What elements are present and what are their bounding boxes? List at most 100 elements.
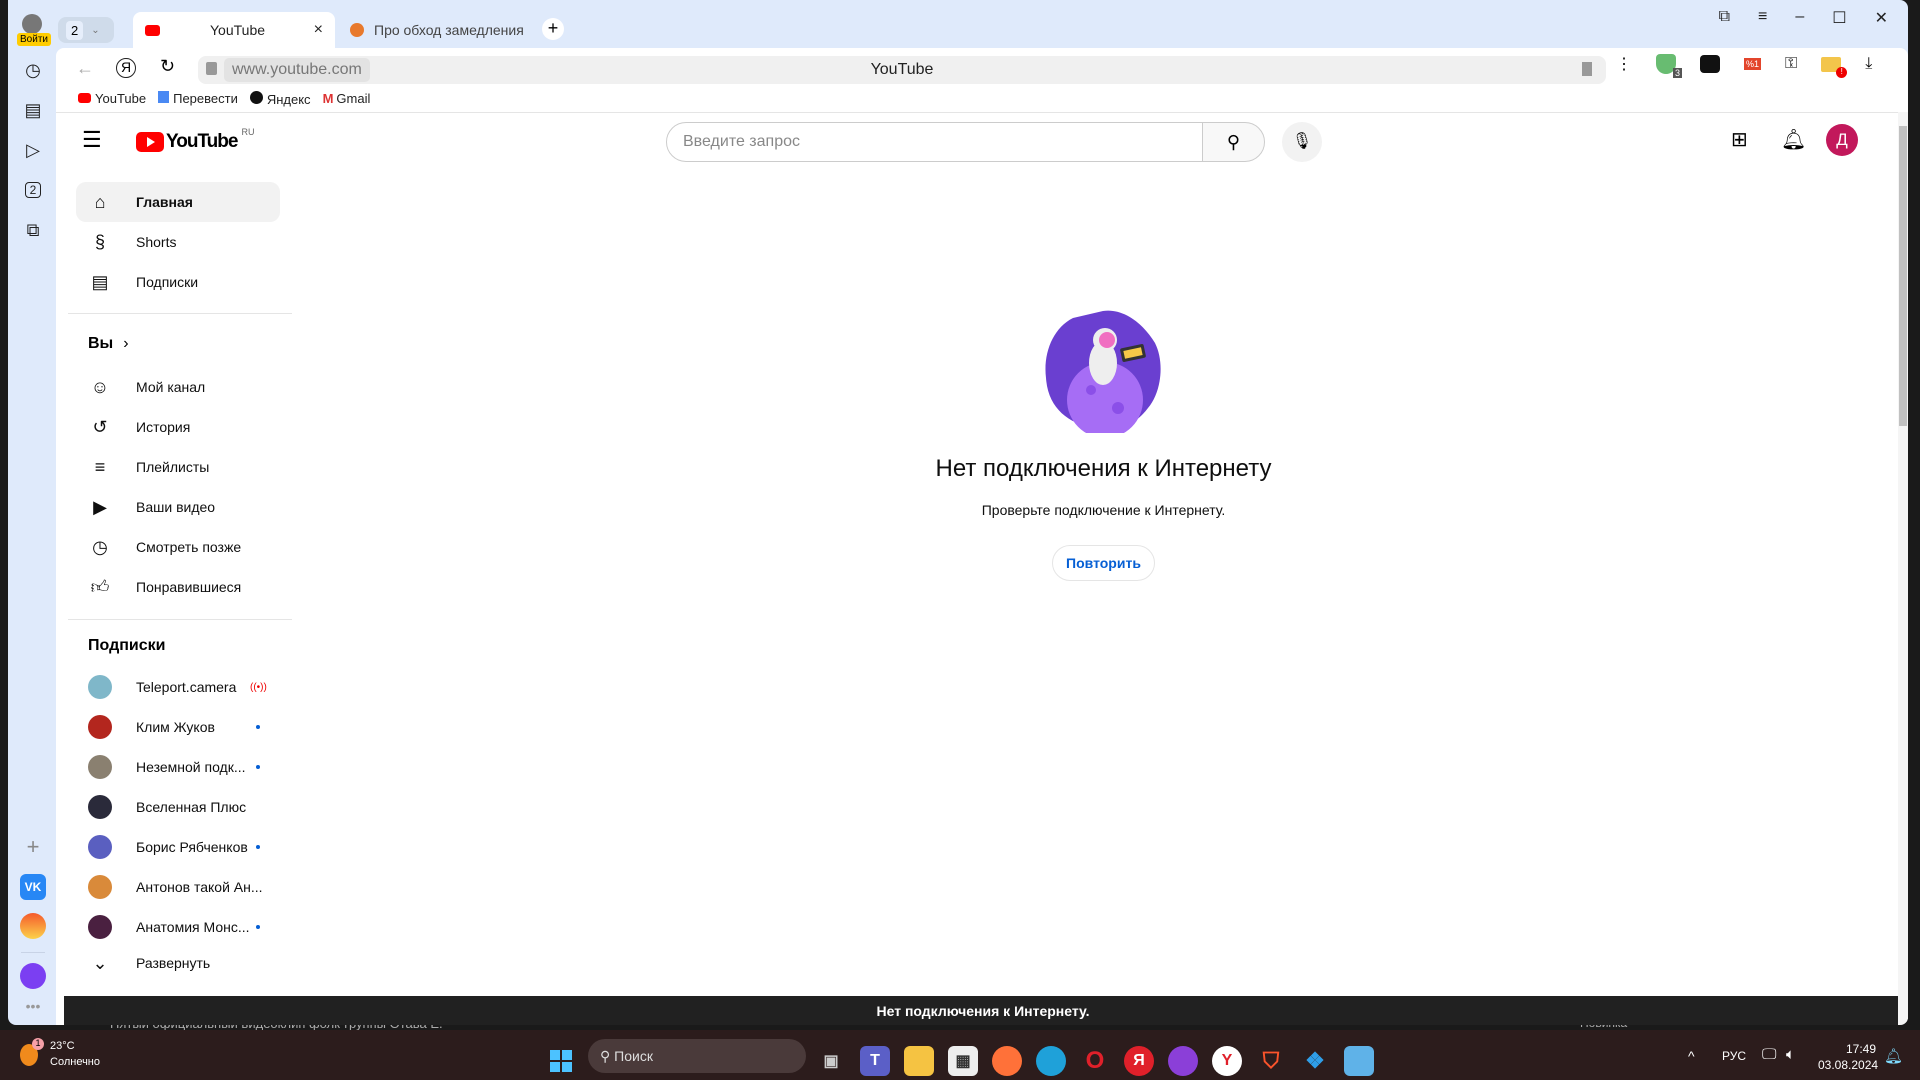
subscription-item[interactable]: Teleport.camera ((•)): [76, 667, 280, 707]
tab-title: Про обход замедления Yo: [374, 22, 524, 38]
profile-avatar[interactable]: [22, 14, 42, 34]
bookmarks-panel-icon[interactable]: ⧉: [1719, 8, 1730, 28]
create-video-icon[interactable]: ⊞: [1731, 127, 1748, 152]
you-section-link[interactable]: Вы ›: [88, 335, 129, 353]
menu-icon[interactable]: ≡: [1758, 8, 1767, 28]
tabs-count-icon[interactable]: 2: [20, 177, 46, 203]
volume-icon[interactable]: 🔈︎: [1786, 1046, 1795, 1063]
new-content-dot: [256, 925, 260, 929]
reload-icon[interactable]: ↻: [160, 56, 175, 77]
password-extension-icon[interactable]: ⚿: [1785, 55, 1797, 73]
address-bar[interactable]: www.youtube.com YouTube: [198, 56, 1606, 84]
subscription-item[interactable]: Анатомия Монс...: [76, 907, 280, 947]
collections-icon[interactable]: ▤: [20, 97, 46, 123]
bookmark-yandex[interactable]: Яндекс: [249, 91, 311, 107]
sidebar-item-history[interactable]: ↺ История: [76, 407, 280, 447]
close-tab-icon[interactable]: ×: [314, 21, 323, 39]
expand-subscriptions-button[interactable]: ⌄ Развернуть: [76, 943, 280, 983]
voice-search-button[interactable]: 🎙: [1282, 122, 1322, 162]
task-view-icon[interactable]: ▣: [816, 1046, 846, 1076]
mail-icon[interactable]: [20, 913, 46, 939]
tab-youtube[interactable]: YouTube ×: [133, 12, 335, 48]
bookmark-icon[interactable]: [1582, 62, 1592, 76]
tray-chevron-icon[interactable]: ^: [1688, 1048, 1695, 1064]
sidebar-item-home[interactable]: ⌂ Главная: [76, 182, 280, 222]
avatar[interactable]: Д: [1826, 124, 1858, 156]
notification-bell-icon[interactable]: 🔔︎: [1884, 1047, 1903, 1065]
channel-avatar: [88, 675, 112, 699]
maximize-icon[interactable]: ☐: [1832, 8, 1846, 28]
menu-icon[interactable]: ☰: [82, 127, 102, 153]
search-input[interactable]: Введите запрос: [666, 122, 1203, 162]
tampermonkey-extension-icon[interactable]: [1700, 55, 1720, 73]
tab-strip: 2⌄ YouTube × Про обход замедления Yo + ⧉…: [56, 0, 1908, 48]
adguard-extension-icon[interactable]: 3: [1656, 54, 1682, 78]
sidebar-item-label: Смотреть позже: [136, 539, 242, 555]
tab-article[interactable]: Про обход замедления Yo: [344, 12, 524, 48]
new-content-dot: [256, 845, 260, 849]
brave-icon[interactable]: ⛉: [1256, 1046, 1286, 1076]
new-tab-button[interactable]: +: [542, 18, 564, 40]
tab-group-button[interactable]: 2 ⌄: [58, 17, 114, 43]
yandex-music-icon[interactable]: Я: [1124, 1046, 1154, 1076]
subscription-item[interactable]: Борис Рябченков: [76, 827, 280, 867]
app-icon[interactable]: [1168, 1046, 1198, 1076]
weather-widget[interactable]: 1 23°C Солнечно: [20, 1038, 120, 1074]
folder-extension-icon[interactable]: !: [1821, 56, 1848, 78]
bookmark-youtube[interactable]: YouTube: [78, 91, 146, 107]
sidebar-item-watch-later[interactable]: ◷ Смотреть позже: [76, 527, 280, 567]
subscription-item[interactable]: Клим Жуков: [76, 707, 280, 747]
download-icon[interactable]: ⤓: [1865, 55, 1872, 73]
search-button[interactable]: ⚲: [1202, 122, 1265, 162]
subscription-item[interactable]: Неземной подк...: [76, 747, 280, 787]
taskbar-search[interactable]: ⚲ Поиск: [588, 1039, 806, 1073]
yandex-browser-icon[interactable]: Y: [1212, 1046, 1242, 1076]
edge-icon[interactable]: [1036, 1046, 1066, 1076]
vk-icon[interactable]: VK: [20, 874, 46, 900]
clock-date[interactable]: 03.08.2024: [1818, 1058, 1878, 1072]
sidebar-item-like[interactable]: 👍︎ Понравившиеся: [76, 567, 280, 607]
login-button[interactable]: Войти: [17, 33, 51, 46]
store-icon[interactable]: ▦: [948, 1046, 978, 1076]
history-icon[interactable]: ◷: [20, 57, 46, 83]
retry-button[interactable]: Повторить: [1052, 545, 1155, 581]
sidebar-item-shorts[interactable]: § Shorts: [76, 222, 280, 262]
sidebar-item-channel[interactable]: ☺ Мой канал: [76, 367, 280, 407]
opera-icon[interactable]: O: [1080, 1046, 1110, 1076]
more-vert-icon[interactable]: ⋮: [1616, 54, 1632, 74]
youtube-logo[interactable]: YouTube RU: [136, 127, 254, 153]
network-icon[interactable]: 🖵: [1762, 1046, 1776, 1063]
close-window-icon[interactable]: ✕: [1875, 8, 1888, 28]
extensions: ⋮ 3 %1 ⚿ ! ⤓: [1616, 54, 1872, 78]
more-icon[interactable]: •••: [20, 993, 46, 1019]
scrollbar[interactable]: [1898, 112, 1908, 1025]
language-indicator[interactable]: РУС: [1722, 1049, 1746, 1063]
sidebar-item-subscriptions[interactable]: ▤ Подписки: [76, 262, 280, 302]
back-icon[interactable]: ←: [76, 58, 94, 79]
bookmark-gmail[interactable]: M Gmail: [323, 91, 371, 107]
explorer-icon[interactable]: [904, 1046, 934, 1076]
new-content-dot: [256, 765, 260, 769]
minimize-icon[interactable]: –: [1795, 8, 1804, 28]
app-network-icon[interactable]: ❖: [1300, 1046, 1330, 1076]
video-icon[interactable]: ▷: [20, 137, 46, 163]
weather-desc: Солнечно: [50, 1056, 100, 1068]
sale-extension-icon[interactable]: %1: [1744, 58, 1762, 70]
home-icon: ⌂: [94, 191, 106, 212]
control-panel-icon[interactable]: [1344, 1046, 1374, 1076]
sidebar-item-label: Shorts: [136, 234, 177, 250]
scrollbar-thumb[interactable]: [1899, 126, 1907, 426]
bookmark-translate[interactable]: Перевести: [158, 91, 238, 107]
teams-icon[interactable]: T: [860, 1046, 890, 1076]
firefox-icon[interactable]: [992, 1046, 1022, 1076]
clock-time[interactable]: 17:49: [1846, 1042, 1876, 1056]
subscription-item[interactable]: Антонов такой Ан...: [76, 867, 280, 907]
channel-name: Антонов такой Ан...: [136, 879, 263, 895]
start-button[interactable]: [546, 1046, 576, 1076]
subscription-item[interactable]: Вселенная Плюс: [76, 787, 280, 827]
notifications-icon[interactable]: 🔔︎: [1781, 127, 1806, 152]
alice-icon[interactable]: [20, 963, 46, 989]
yandex-icon[interactable]: Я: [116, 58, 136, 78]
screenshot-icon[interactable]: ⧉: [20, 217, 46, 243]
add-panel-icon[interactable]: +: [20, 834, 46, 860]
